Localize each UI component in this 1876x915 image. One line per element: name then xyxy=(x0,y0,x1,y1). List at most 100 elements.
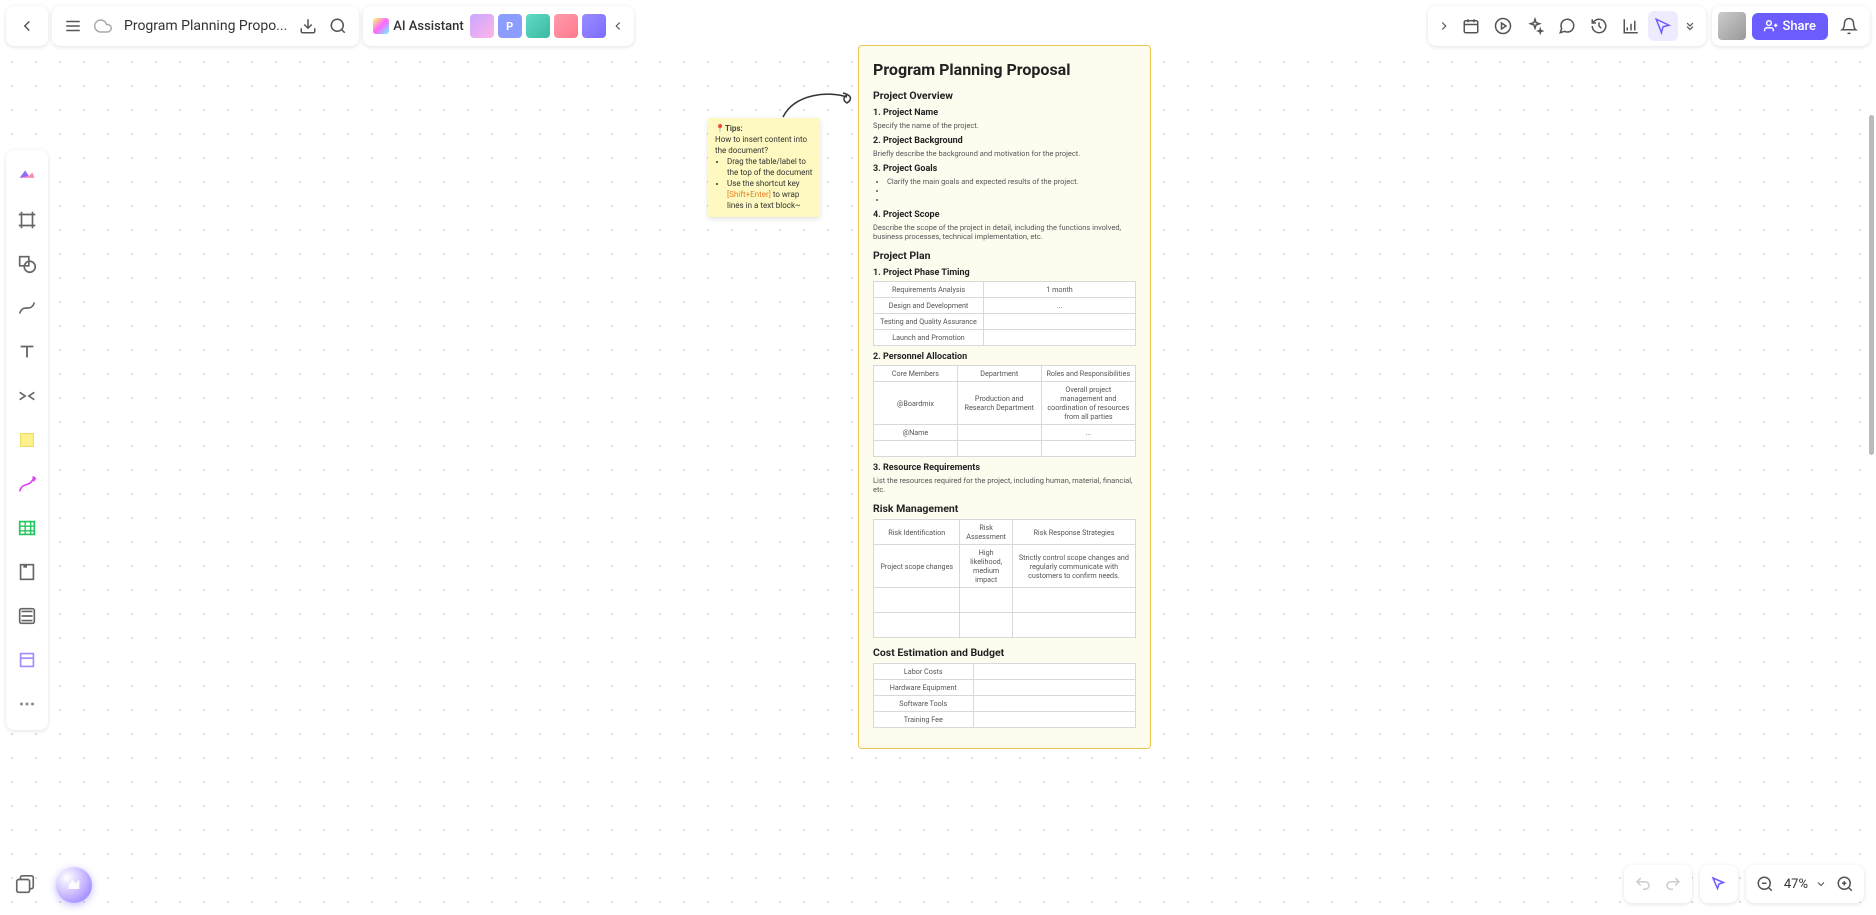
collaborator-avatar[interactable] xyxy=(582,14,606,38)
top-toolbar-left: Program Planning Propo... AI Assistant P xyxy=(6,6,634,46)
table-risk[interactable]: Risk Identification Risk Assessment Risk… xyxy=(873,519,1136,638)
table-cell: ... xyxy=(984,298,1136,314)
table-cell xyxy=(960,588,1012,613)
table-header: Risk Response Strategies xyxy=(1012,520,1135,545)
shape-tool[interactable] xyxy=(10,244,44,284)
table-cell xyxy=(960,613,1012,638)
redo-button[interactable] xyxy=(1658,869,1688,899)
zoom-dropdown[interactable] xyxy=(1812,869,1830,899)
doc-block-tool[interactable] xyxy=(10,552,44,592)
notification-icon[interactable] xyxy=(1834,11,1864,41)
list-tool[interactable] xyxy=(10,596,44,636)
table-cell: Design and Development xyxy=(874,298,984,314)
table-header: Risk Assessment xyxy=(960,520,1012,545)
expand-right-button[interactable] xyxy=(1434,11,1454,41)
table-cell xyxy=(973,680,1135,696)
share-button[interactable]: Share xyxy=(1752,13,1828,40)
scrollbar[interactable] xyxy=(1869,115,1874,455)
collaborator-avatar[interactable] xyxy=(526,14,550,38)
table-cell xyxy=(984,314,1136,330)
ai-orb-button[interactable] xyxy=(56,867,92,903)
left-toolbar xyxy=(6,150,48,730)
ai-logo-icon xyxy=(373,18,389,34)
table-header: Department xyxy=(957,366,1041,382)
table-cell xyxy=(957,441,1041,457)
user-avatar[interactable] xyxy=(1718,12,1746,40)
table-header: Core Members xyxy=(874,366,958,382)
table-personnel[interactable]: Core Members Department Roles and Respon… xyxy=(873,365,1136,457)
sticky-note-tool[interactable] xyxy=(10,420,44,460)
line-tool[interactable] xyxy=(10,288,44,328)
template-tool[interactable] xyxy=(10,156,44,196)
table-cell: Testing and Quality Assurance xyxy=(874,314,984,330)
frame-tool[interactable] xyxy=(10,200,44,240)
h-project-goals: 3. Project Goals xyxy=(873,164,1136,174)
section-cost: Cost Estimation and Budget xyxy=(873,646,1136,659)
collaborator-avatar[interactable]: P xyxy=(498,14,522,38)
right-tools-group xyxy=(1428,6,1706,46)
table-cell xyxy=(1041,441,1135,457)
collaborator-avatar[interactable] xyxy=(470,14,494,38)
table-cell: Launch and Promotion xyxy=(874,330,984,346)
table-cell xyxy=(984,330,1136,346)
more-tools[interactable] xyxy=(10,684,44,724)
comment-icon[interactable] xyxy=(1552,11,1582,41)
collaborator-avatar[interactable] xyxy=(554,14,578,38)
card-tool[interactable] xyxy=(10,640,44,680)
play-icon[interactable] xyxy=(1488,11,1518,41)
text-tool[interactable] xyxy=(10,332,44,372)
table-cell: Training Fee xyxy=(874,712,974,728)
section-risk: Risk Management xyxy=(873,502,1136,515)
h-project-background: 2. Project Background xyxy=(873,136,1136,146)
sticky-bullet-1: Drag the table/label to the top of the d… xyxy=(727,157,813,179)
sticky-subtitle: How to insert content into the document? xyxy=(715,135,813,157)
cursor-mode-button[interactable] xyxy=(1704,869,1734,899)
connector-tool[interactable] xyxy=(10,376,44,416)
table-cell: 1 month xyxy=(984,282,1136,298)
zoom-out-button[interactable] xyxy=(1750,869,1780,899)
zoom-group: 47% xyxy=(1746,865,1864,903)
chevron-down-icon[interactable] xyxy=(1680,11,1700,41)
nav-group xyxy=(6,6,48,46)
table-cell: Project scope changes xyxy=(874,545,960,588)
pointer-mode-icon[interactable] xyxy=(1648,11,1678,41)
table-cost[interactable]: Labor Costs Hardware Equipment Software … xyxy=(873,663,1136,728)
table-cell xyxy=(973,696,1135,712)
zoom-level[interactable]: 47% xyxy=(1780,877,1812,892)
document-title[interactable]: Program Planning Propo... xyxy=(118,18,293,34)
pages-button[interactable] xyxy=(12,872,38,898)
cloud-icon[interactable] xyxy=(88,11,118,41)
pen-tool[interactable] xyxy=(10,464,44,504)
table-cell: @Name xyxy=(874,425,958,441)
share-group: Share xyxy=(1712,6,1870,46)
table-cell: Strictly control scope changes and regul… xyxy=(1012,545,1135,588)
table-timing[interactable]: Requirements Analysis1 month Design and … xyxy=(873,281,1136,346)
table-tool[interactable] xyxy=(10,508,44,548)
h-resources: 3. Resource Requirements xyxy=(873,463,1136,473)
table-cell: Software Tools xyxy=(874,696,974,712)
download-button[interactable] xyxy=(293,11,323,41)
undo-button[interactable] xyxy=(1628,869,1658,899)
section-plan: Project Plan xyxy=(873,249,1136,262)
h-project-scope: 4. Project Scope xyxy=(873,210,1136,220)
sticky-note[interactable]: 📍Tips: How to insert content into the do… xyxy=(708,118,820,217)
document-card[interactable]: Program Planning Proposal Project Overvi… xyxy=(858,45,1151,749)
h-personnel: 2. Personnel Allocation xyxy=(873,352,1136,362)
menu-button[interactable] xyxy=(58,11,88,41)
chart-icon[interactable] xyxy=(1616,11,1646,41)
ai-assistant-button[interactable]: AI Assistant xyxy=(369,18,467,34)
zoom-in-button[interactable] xyxy=(1830,869,1860,899)
table-cell: High likelihood, medium impact xyxy=(960,545,1012,588)
sparkle-icon[interactable] xyxy=(1520,11,1550,41)
ai-group: AI Assistant P xyxy=(363,6,633,46)
p-resources: List the resources required for the proj… xyxy=(873,476,1136,494)
table-cell: Labor Costs xyxy=(874,664,974,680)
bottom-right-controls: 47% xyxy=(1624,865,1864,903)
table-cell: Overall project management and coordinat… xyxy=(1041,382,1135,425)
history-icon[interactable] xyxy=(1584,11,1614,41)
h-project-name: 1. Project Name xyxy=(873,108,1136,118)
search-button[interactable] xyxy=(323,11,353,41)
calendar-icon[interactable] xyxy=(1456,11,1486,41)
back-button[interactable] xyxy=(12,11,42,41)
collapse-left-button[interactable] xyxy=(608,11,628,41)
